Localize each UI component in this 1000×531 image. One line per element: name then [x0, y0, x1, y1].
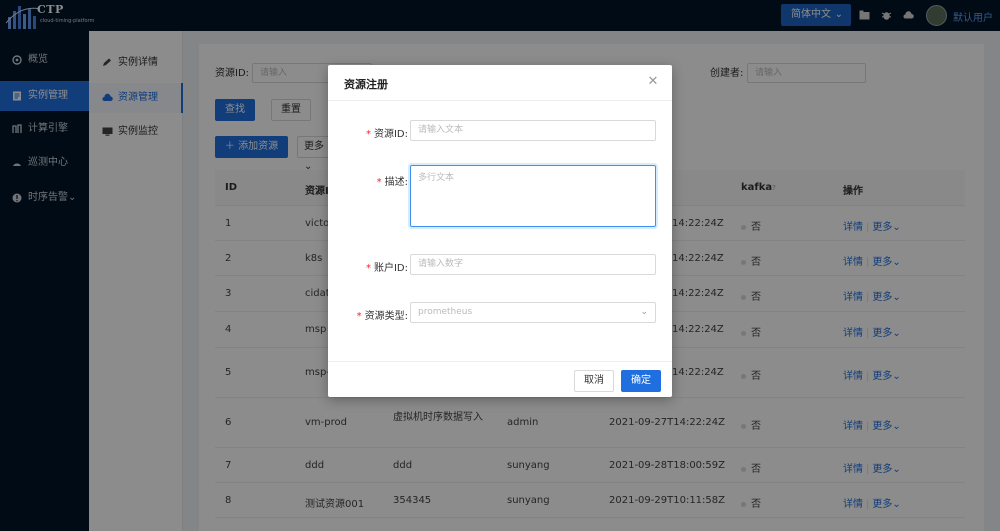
account-id-label: * 账户ID: [365, 263, 408, 274]
resource-type-value: prometheus [418, 307, 473, 317]
resource-type-label: * 资源类型: [356, 311, 408, 322]
resource-register-dialog: 资源注册 ✕ * 资源ID: 请输入文本 * 描述: 多行文本 * 账户ID: 请输入… [328, 65, 672, 397]
cancel-button[interactable]: 取消 [574, 370, 614, 392]
resource-id-label: * 资源ID: [365, 129, 408, 140]
description-label: * 描述: [376, 177, 408, 188]
dialog-title: 资源注册 [344, 78, 388, 91]
chevron-down-icon: ⌄ [640, 307, 648, 317]
dialog-header: 资源注册 ✕ [328, 65, 672, 101]
dialog-footer: 取消 确定 [328, 361, 672, 397]
close-icon[interactable]: ✕ [646, 75, 660, 89]
confirm-button[interactable]: 确定 [621, 370, 661, 392]
account-id-input[interactable]: 请输入数字 [410, 254, 656, 275]
resource-id-input[interactable]: 请输入文本 [410, 120, 656, 141]
description-textarea[interactable]: 多行文本 [410, 165, 656, 227]
resource-type-select[interactable]: prometheus ⌄ [410, 302, 656, 323]
